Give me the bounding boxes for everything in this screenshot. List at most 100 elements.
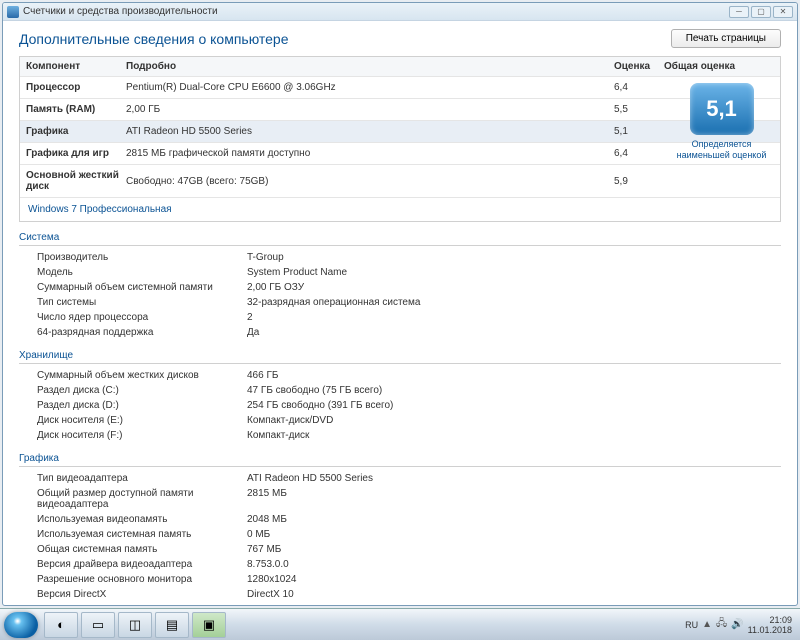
info-row: МодельSystem Product Name — [19, 265, 781, 280]
score-component: Графика — [26, 126, 126, 137]
system-tray[interactable]: RU ▲ 🖧 🔊 21:09 11.01.2018 — [685, 615, 796, 635]
info-value: 0 МБ — [247, 529, 781, 540]
score-row: ПроцессорPentium(R) Dual-Core CPU E6600 … — [20, 77, 780, 99]
info-key: Диск носителя (F:) — [37, 430, 247, 441]
info-value: T-Group — [247, 252, 781, 263]
info-key: Суммарный объем жестких дисков — [37, 370, 247, 381]
overall-score-value: 5,1 — [690, 83, 754, 135]
info-row: ПроизводительT-Group — [19, 250, 781, 265]
col-component: Компонент — [26, 61, 126, 72]
info-value: 1280x1024 — [247, 574, 781, 585]
info-key: Версия DirectX — [37, 589, 247, 600]
score-detail: 2,00 ГБ — [126, 104, 614, 115]
info-value: 466 ГБ — [247, 370, 781, 381]
taskbar-item-vbox[interactable]: ◫ — [118, 612, 152, 638]
start-button[interactable] — [4, 612, 38, 638]
app-icon — [7, 6, 19, 18]
info-value: Компакт-диск — [247, 430, 781, 441]
info-value: 8.753.0.0 — [247, 559, 781, 570]
info-row: Диск носителя (F:)Компакт-диск — [19, 428, 781, 443]
info-key: Разрешение основного монитора — [37, 574, 247, 585]
info-key: Тип видеоадаптера — [37, 473, 247, 484]
score-value: 6,4 — [614, 82, 664, 93]
info-value: 32-разрядная операционная система — [247, 297, 781, 308]
info-value: System Product Name — [247, 267, 781, 278]
score-value: 5,1 — [614, 126, 664, 137]
score-detail: Pentium(R) Dual-Core CPU E6600 @ 3.06GHz — [126, 82, 614, 93]
score-component: Память (RAM) — [26, 104, 126, 115]
info-value: Да — [247, 327, 781, 338]
info-value: 254 ГБ свободно (391 ГБ всего) — [247, 400, 781, 411]
tray-network-icon[interactable]: 🖧 — [716, 616, 727, 633]
info-row: Версия драйвера видеоадаптера8.753.0.0 — [19, 557, 781, 572]
overall-score-desc: Определяется наименьшей оценкой — [669, 139, 774, 161]
window-title: Счетчики и средства производительности — [23, 6, 218, 17]
titlebar[interactable]: Счетчики и средства производительности ─… — [3, 3, 797, 21]
print-button[interactable]: Печать страницы — [671, 29, 781, 48]
info-row: Общая системная память767 МБ — [19, 542, 781, 557]
minimize-button[interactable]: ─ — [729, 6, 749, 18]
score-component: Графика для игр — [26, 148, 126, 159]
score-detail: Свободно: 47GB (всего: 75GB) — [126, 176, 614, 187]
info-key: Используемая системная память — [37, 529, 247, 540]
content-area: Дополнительные сведения о компьютере Печ… — [3, 21, 797, 605]
section: Хранилище Суммарный объем жестких дисков4… — [19, 350, 781, 443]
info-row: Диск носителя (E:)Компакт-диск/DVD — [19, 413, 781, 428]
info-row: Суммарный объем жестких дисков466 ГБ — [19, 368, 781, 383]
section: ГрафикаТип видеоадаптераATI Radeon HD 55… — [19, 453, 781, 602]
os-label: Windows 7 Профессиональная — [20, 198, 780, 221]
info-row: Общий размер доступной памяти видеоадапт… — [19, 486, 781, 512]
score-row: Память (RAM)2,00 ГБ5,5 — [20, 99, 780, 121]
score-card: Компонент Подробно Оценка Общая оценка П… — [19, 56, 781, 222]
col-overall: Общая оценка — [664, 61, 774, 72]
score-component: Процессор — [26, 82, 126, 93]
close-button[interactable]: ✕ — [773, 6, 793, 18]
info-value: 2048 МБ — [247, 514, 781, 525]
app-window: Счетчики и средства производительности ─… — [2, 2, 798, 606]
info-row: Используемая видеопамять2048 МБ — [19, 512, 781, 527]
taskbar-item-app[interactable]: ▤ — [155, 612, 189, 638]
section-title: Хранилище — [19, 350, 781, 364]
info-row: Число ядер процессора2 — [19, 310, 781, 325]
info-row: Раздел диска (C:)47 ГБ свободно (75 ГБ в… — [19, 383, 781, 398]
section: СистемаПроизводительT-GroupМодельSystem … — [19, 232, 781, 340]
info-key: Тип системы — [37, 297, 247, 308]
info-key: Модель — [37, 267, 247, 278]
score-detail: 2815 МБ графической памяти доступно — [126, 148, 614, 159]
info-key: Диск носителя (E:) — [37, 415, 247, 426]
score-row: Основной жесткий дискСвободно: 47GB (все… — [20, 165, 780, 198]
tray-lang[interactable]: RU — [685, 620, 698, 630]
page-title: Дополнительные сведения о компьютере — [19, 31, 289, 47]
taskbar-item-chrome[interactable]: ◐ — [44, 612, 78, 638]
taskbar-item-explorer[interactable]: ▭ — [81, 612, 115, 638]
info-row: Раздел диска (D:)254 ГБ свободно (391 ГБ… — [19, 398, 781, 413]
info-row: Тип видеоадаптераATI Radeon HD 5500 Seri… — [19, 471, 781, 486]
score-value: 5,5 — [614, 104, 664, 115]
score-component: Основной жесткий диск — [26, 170, 126, 192]
info-row: Версия DirectXDirectX 10 — [19, 587, 781, 602]
taskbar[interactable]: ◐ ▭ ◫ ▤ ▣ RU ▲ 🖧 🔊 21:09 11.01.2018 — [0, 608, 800, 640]
info-value: ATI Radeon HD 5500 Series — [247, 473, 781, 484]
info-value: DirectX 10 — [247, 589, 781, 600]
info-value: 767 МБ — [247, 544, 781, 555]
info-key: Число ядер процессора — [37, 312, 247, 323]
info-value: 2815 МБ — [247, 488, 781, 510]
info-row: Разрешение основного монитора1280x1024 — [19, 572, 781, 587]
info-value: 47 ГБ свободно (75 ГБ всего) — [247, 385, 781, 396]
tray-clock[interactable]: 21:09 11.01.2018 — [748, 615, 792, 635]
info-key: 64-разрядная поддержка — [37, 327, 247, 338]
info-key: Используемая видеопамять — [37, 514, 247, 525]
tray-flag-icon[interactable]: ▲ — [702, 619, 712, 630]
score-value: 6,4 — [614, 148, 664, 159]
tray-volume-icon[interactable]: 🔊 — [731, 619, 743, 630]
info-key: Раздел диска (C:) — [37, 385, 247, 396]
score-row: ГрафикаATI Radeon HD 5500 Series5,1 — [20, 121, 780, 143]
col-detail: Подробно — [126, 61, 614, 72]
score-row: Графика для игр2815 МБ графической памят… — [20, 143, 780, 165]
info-key: Суммарный объем системной памяти — [37, 282, 247, 293]
info-row: Суммарный объем системной памяти2,00 ГБ … — [19, 280, 781, 295]
info-key: Версия драйвера видеоадаптера — [37, 559, 247, 570]
taskbar-item-perf[interactable]: ▣ — [192, 612, 226, 638]
col-score: Оценка — [614, 61, 664, 72]
maximize-button[interactable]: ▢ — [751, 6, 771, 18]
